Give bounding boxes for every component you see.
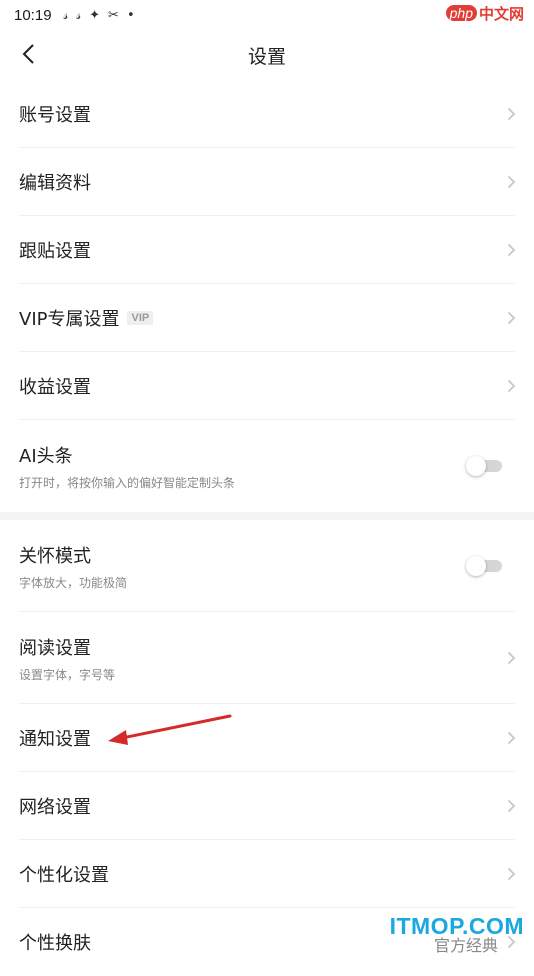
settings-list: 账号设置 编辑资料 跟贴设置 VIP专属设置 VIP 收益设置 AI头条 打开时…: [0, 80, 534, 976]
setting-comments[interactable]: 跟贴设置: [0, 216, 534, 284]
chevron-right-icon: [507, 651, 516, 665]
app-notification-icon: 𝓈: [63, 7, 69, 23]
nav-bar: 设置: [0, 30, 534, 80]
setting-notifications[interactable]: 通知设置: [0, 704, 534, 772]
capcut-icon: ✦: [89, 7, 101, 23]
setting-label: 个性换肤: [19, 933, 91, 954]
setting-personalization[interactable]: 个性化设置: [0, 840, 534, 908]
page-title: 设置: [247, 45, 286, 68]
chevron-right-icon: [507, 311, 516, 325]
chevron-right-icon: [507, 243, 516, 257]
watermark-cn: 中文网: [478, 4, 524, 23]
setting-ai-headline: AI头条 打开时，将按你输入的偏好智能定制头条: [0, 420, 534, 512]
setting-label: AI头条: [19, 445, 73, 467]
watermark-itmop: ITMOP.COM: [389, 913, 524, 939]
app-notification-icon: 𝓈: [76, 7, 82, 23]
setting-label: 收益设置: [19, 377, 91, 398]
vip-badge: VIP: [127, 311, 154, 325]
chevron-right-icon: [507, 379, 516, 393]
setting-care-mode: 关怀模式 字体放大，功能极简: [0, 520, 534, 612]
setting-account[interactable]: 账号设置: [0, 80, 534, 148]
setting-edit-profile[interactable]: 编辑资料: [0, 148, 534, 216]
chevron-right-icon: [507, 731, 516, 745]
dot-icon: •: [126, 7, 135, 23]
setting-reading[interactable]: 阅读设置 设置字体，字号等: [0, 612, 534, 704]
setting-label: 个性化设置: [19, 865, 109, 886]
ai-headline-toggle[interactable]: [466, 455, 502, 477]
setting-label: VIP专属设置: [19, 309, 120, 330]
setting-label: 网络设置: [19, 797, 91, 818]
setting-vip[interactable]: VIP专属设置 VIP: [0, 284, 534, 352]
setting-network[interactable]: 网络设置: [0, 772, 534, 840]
capcut-logo-icon: ✂: [108, 7, 119, 23]
setting-label: 跟贴设置: [19, 241, 91, 262]
section-divider: [0, 512, 534, 520]
care-mode-toggle[interactable]: [466, 555, 502, 577]
setting-earnings[interactable]: 收益设置: [0, 352, 534, 420]
setting-label: 阅读设置: [19, 637, 91, 659]
setting-description: 设置字体，字号等: [19, 667, 116, 682]
chevron-right-icon: [507, 799, 516, 813]
watermark-logo: php 中文网: [445, 2, 524, 24]
setting-label: 账号设置: [19, 105, 91, 126]
chevron-right-icon: [507, 867, 516, 881]
setting-label: 关怀模式: [19, 545, 91, 567]
status-time: 10:19: [14, 6, 52, 24]
chevron-right-icon: [507, 107, 516, 121]
watermark-php: php: [445, 5, 477, 21]
setting-label: 通知设置: [19, 729, 91, 750]
chevron-right-icon: [507, 175, 516, 189]
back-arrow-icon[interactable]: [18, 42, 42, 66]
setting-label: 编辑资料: [19, 173, 91, 194]
setting-description: 字体放大，功能极简: [19, 575, 128, 590]
setting-description: 打开时，将按你输入的偏好智能定制头条: [19, 475, 236, 490]
